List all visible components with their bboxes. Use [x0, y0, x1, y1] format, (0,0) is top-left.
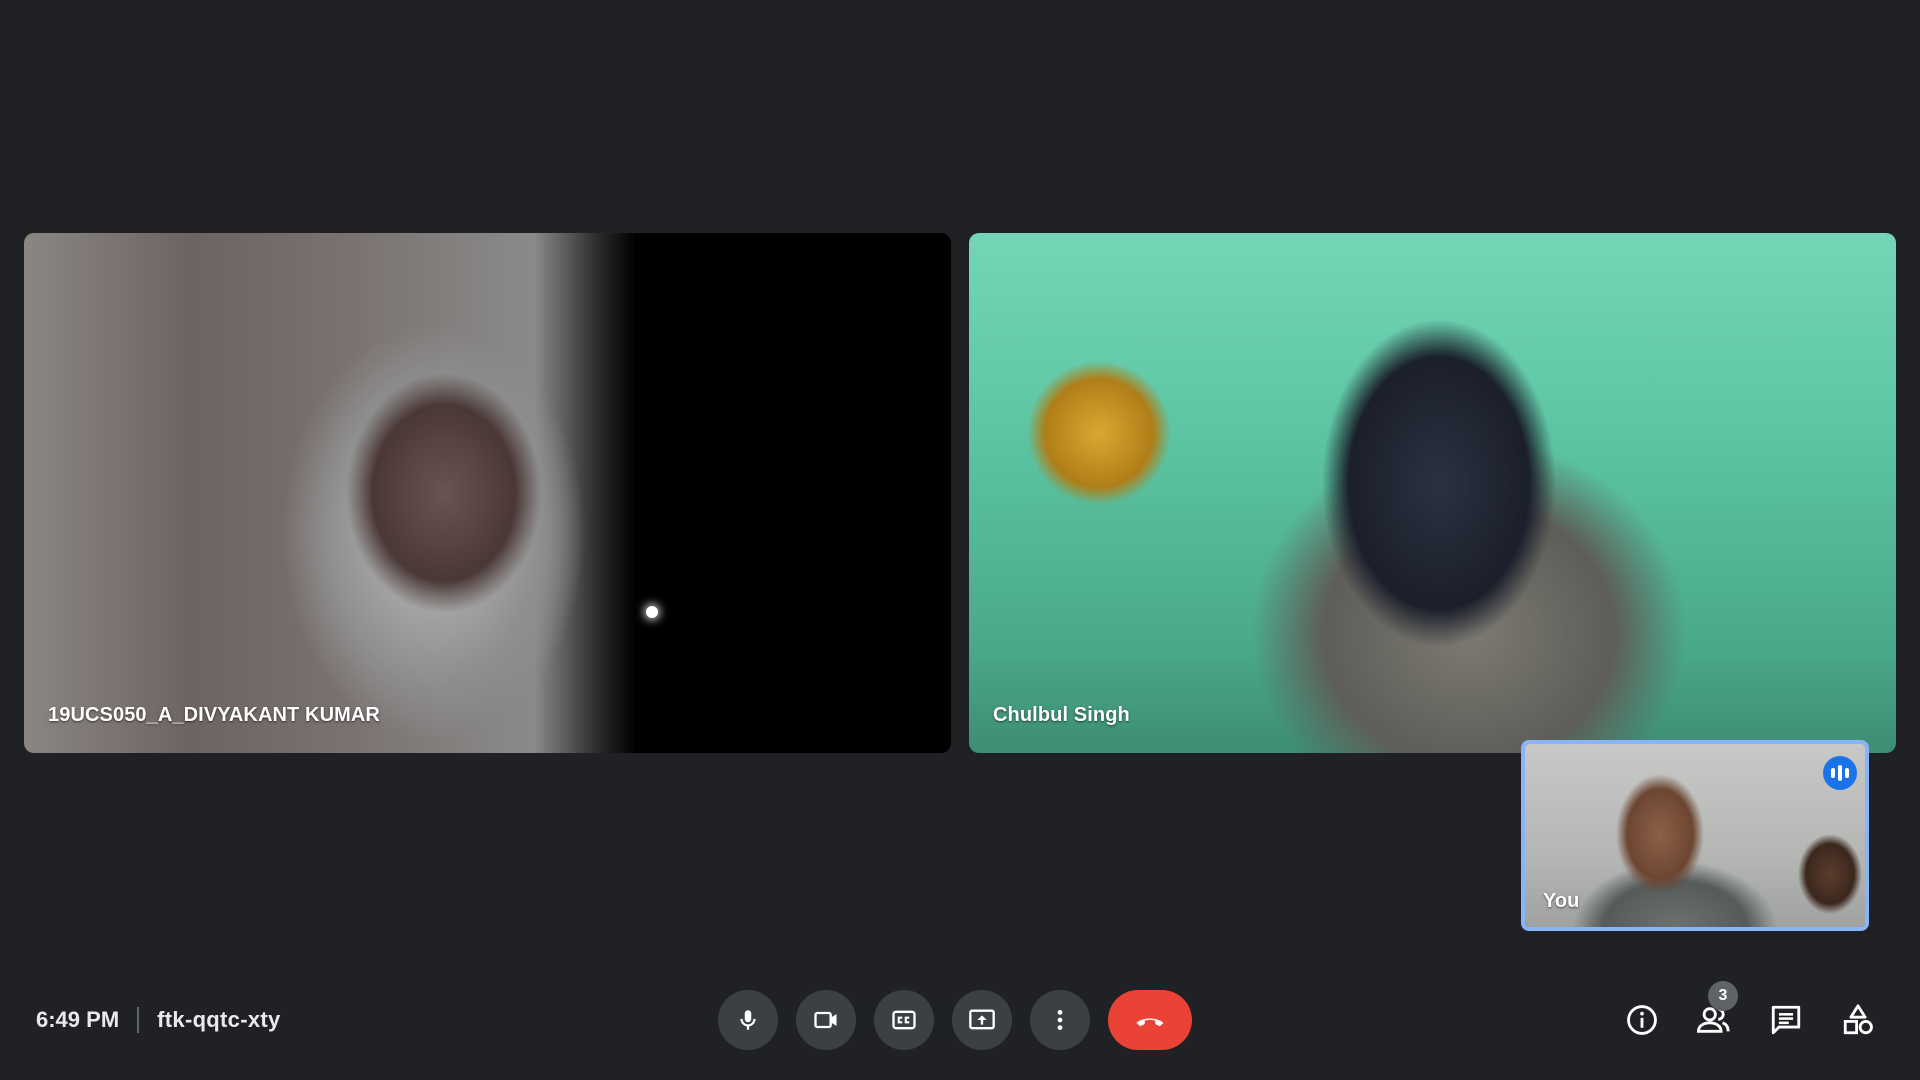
captions-icon [892, 1010, 916, 1030]
chat-icon [1771, 1005, 1801, 1035]
more-options-icon [1057, 1010, 1063, 1030]
chat-button[interactable] [1756, 990, 1816, 1050]
self-name: You [1543, 890, 1580, 912]
info-icon [1627, 1005, 1657, 1035]
microphone-icon [740, 1010, 756, 1030]
activities-button[interactable] [1828, 990, 1888, 1050]
people-button[interactable]: 3 [1684, 981, 1744, 1050]
audio-level-icon [1823, 756, 1857, 790]
participant-name: Chulbul Singh [993, 704, 1130, 726]
divider [137, 1007, 140, 1033]
present-screen-icon [969, 1009, 995, 1030]
self-view-tile[interactable]: You [1521, 740, 1869, 931]
end-call-button[interactable] [1108, 990, 1192, 1050]
participant-tile[interactable]: 19UCS050_A_DIVYAKANT KUMAR [24, 233, 951, 753]
people-count-badge: 3 [1708, 981, 1738, 1011]
light-glint [646, 606, 658, 618]
participant-name: 19UCS050_A_DIVYAKANT KUMAR [48, 704, 380, 726]
end-call-icon [1136, 1018, 1164, 1027]
meeting-details-button[interactable] [1612, 990, 1672, 1050]
side-panel-buttons: 3 [1612, 981, 1888, 1050]
microphone-button[interactable] [718, 990, 778, 1050]
camera-button[interactable] [796, 990, 856, 1050]
activities-icon [1843, 1004, 1873, 1035]
meeting-stage: 19UCS050_A_DIVYAKANT KUMAR Chulbul Singh… [0, 0, 1920, 1080]
present-button[interactable] [952, 990, 1012, 1050]
meeting-time: 6:49 PM [36, 1007, 120, 1032]
participant-video [24, 233, 951, 753]
captions-button[interactable] [874, 990, 934, 1050]
meeting-details: 6:49 PM ftk-qqtc-xty [36, 1003, 281, 1037]
more-options-button[interactable] [1030, 990, 1090, 1050]
camera-icon [814, 1011, 837, 1029]
participant-tile[interactable]: Chulbul Singh [969, 233, 1896, 753]
call-controls [718, 990, 1192, 1050]
participant-video [969, 233, 1896, 753]
meeting-code: ftk-qqtc-xty [157, 1007, 281, 1032]
